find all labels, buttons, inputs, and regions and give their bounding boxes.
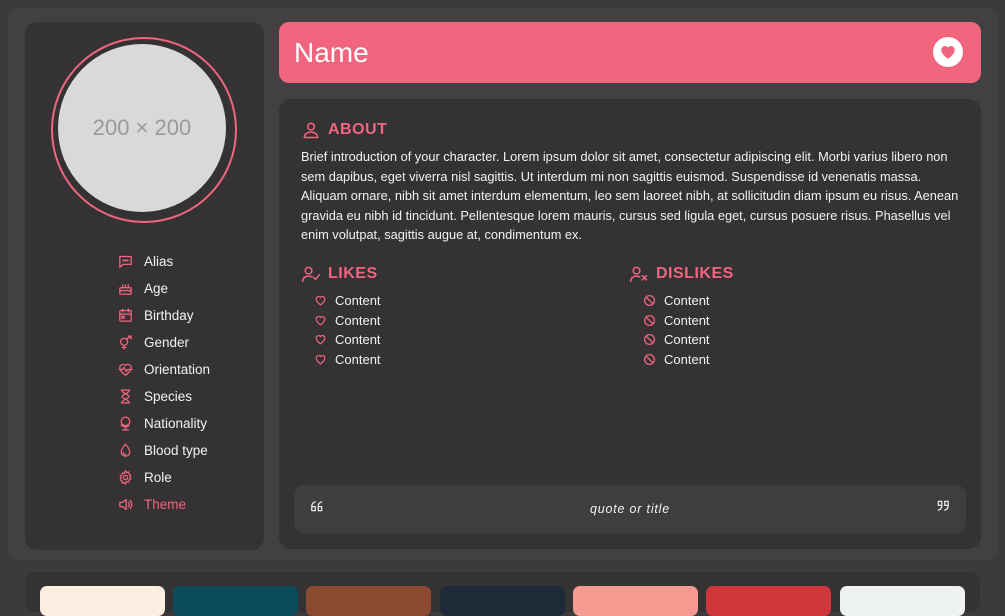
- info-label: Role: [144, 470, 172, 485]
- ban-icon: [643, 314, 656, 326]
- info-label: Blood type: [144, 443, 208, 458]
- color-swatch[interactable]: [706, 586, 831, 616]
- dislike-text: Content: [664, 332, 710, 348]
- info-label: Orientation: [144, 362, 211, 377]
- main-panel: ABOUT Brief introduction of your charact…: [279, 99, 981, 549]
- likes-list: Content Content Content Content: [314, 291, 381, 369]
- color-swatch[interactable]: [40, 586, 165, 616]
- quote-text: quote or title: [590, 502, 670, 516]
- like-text: Content: [335, 351, 381, 367]
- quote-close-icon: [937, 500, 949, 511]
- dislike-text: Content: [664, 351, 710, 367]
- list-item: Content: [314, 330, 381, 350]
- list-item: Content: [314, 350, 381, 370]
- color-swatch[interactable]: [306, 586, 431, 616]
- character-name: Name: [294, 36, 369, 68]
- profile-sidebar: 200 × 200 Alias Age Birthday Gender Orie…: [25, 22, 264, 550]
- info-item-nationality: Nationality: [117, 410, 210, 437]
- heart-outline-icon: [315, 296, 326, 306]
- hourglass-icon: [120, 389, 131, 404]
- heart-outline-icon: [315, 354, 326, 365]
- list-item: Content: [643, 350, 710, 370]
- avatar: 200 × 200: [58, 44, 226, 212]
- info-item-role: Role: [117, 464, 210, 491]
- info-item-birthday: Birthday: [117, 302, 210, 329]
- list-item: Content: [643, 291, 710, 311]
- dislike-text: Content: [664, 312, 710, 328]
- user-x-icon: [629, 266, 648, 283]
- info-item-gender: Gender: [117, 329, 210, 356]
- heart-pulse-icon: [118, 363, 133, 376]
- dislikes-title: DISLIKES: [656, 265, 734, 282]
- info-label: Nationality: [144, 416, 208, 431]
- list-item: Content: [643, 311, 710, 331]
- dislikes-list: Content Content Content Content: [643, 291, 710, 369]
- like-text: Content: [335, 293, 381, 309]
- calendar-icon: [119, 308, 132, 322]
- heart-icon: [941, 46, 955, 59]
- like-text: Content: [335, 312, 381, 328]
- info-item-orientation: Orientation: [117, 356, 210, 383]
- info-list: Alias Age Birthday Gender Orientation Sp…: [117, 248, 210, 518]
- info-label: Alias: [144, 254, 174, 269]
- list-item: Content: [314, 311, 381, 331]
- info-item-species: Species: [117, 383, 210, 410]
- info-item-blood-type: Blood type: [117, 437, 210, 464]
- heart-outline-icon: [315, 335, 326, 345]
- chat-bubble-icon: [119, 255, 132, 268]
- user-check-icon: [301, 266, 321, 283]
- dislikes-heading: DISLIKES: [629, 264, 734, 284]
- color-palette: [25, 572, 980, 616]
- color-swatch[interactable]: [173, 586, 298, 616]
- likes-heading: LIKES: [301, 264, 378, 284]
- info-label: Age: [144, 281, 169, 296]
- gender-icon: [119, 335, 132, 350]
- info-item-age: Age: [117, 275, 210, 302]
- user-icon: [303, 122, 319, 139]
- about-text: Brief introduction of your character. Lo…: [301, 149, 959, 242]
- droplet-icon: [120, 443, 131, 457]
- ban-icon: [643, 295, 656, 307]
- cake-icon: [119, 284, 132, 295]
- favorite-button[interactable]: [933, 37, 963, 67]
- info-label: Theme: [144, 497, 187, 512]
- list-item: Content: [643, 330, 710, 350]
- likes-title: LIKES: [328, 265, 378, 282]
- quote-bar: quote or title: [294, 485, 966, 533]
- info-item-theme[interactable]: Theme: [117, 491, 210, 518]
- ban-icon: [643, 334, 656, 346]
- name-header: Name: [279, 22, 981, 83]
- info-label: Gender: [144, 335, 190, 350]
- like-text: Content: [335, 332, 381, 348]
- color-swatch[interactable]: [840, 586, 965, 616]
- list-item: Content: [314, 291, 381, 311]
- info-item-alias: Alias: [117, 248, 210, 275]
- heart-outline-icon: [315, 315, 326, 326]
- speaker-icon: [119, 498, 133, 511]
- color-swatch[interactable]: [440, 586, 565, 616]
- about-title: ABOUT: [328, 121, 388, 138]
- info-label: Birthday: [144, 308, 194, 323]
- color-swatch[interactable]: [573, 586, 698, 616]
- dislike-text: Content: [664, 293, 710, 309]
- globe-icon: [120, 416, 131, 431]
- gear-icon: [119, 470, 132, 485]
- info-label: Species: [144, 389, 193, 404]
- ban-icon: [643, 353, 656, 365]
- avatar-placeholder-text: 200 × 200: [92, 115, 192, 140]
- about-heading: ABOUT: [301, 120, 387, 140]
